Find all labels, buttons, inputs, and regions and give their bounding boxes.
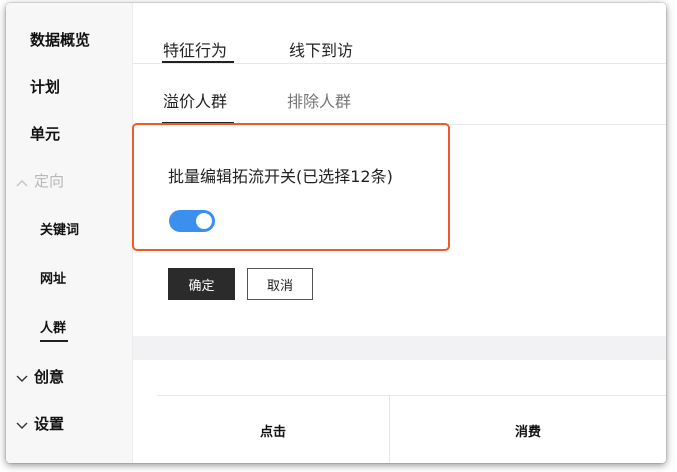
main-content: 特征行为 线下到访 溢价人群 排除人群 批量编辑拓流开关(已选择12条) 确定 …	[132, 3, 666, 463]
chevron-down-icon	[16, 418, 30, 432]
tab-bar: 特征行为 线下到访	[133, 3, 666, 64]
sidebar-item-targeting[interactable]: 定向	[16, 170, 64, 191]
sidebar-item-keywords[interactable]: 关键词	[40, 219, 79, 238]
column-header-clicks[interactable]: 点击	[157, 396, 390, 463]
active-indicator	[40, 340, 68, 342]
confirm-button[interactable]: 确定	[168, 268, 235, 300]
sidebar-item-audience[interactable]: 人群	[40, 317, 66, 336]
sidebar: 数据概览 计划 单元 定向 关键词 网址 人群 创意 设置	[6, 3, 133, 463]
traffic-expansion-toggle[interactable]	[169, 210, 215, 232]
tab-active-indicator	[162, 61, 234, 63]
sidebar-item-creative[interactable]: 创意	[16, 366, 64, 387]
sidebar-item-settings[interactable]: 设置	[16, 413, 64, 434]
subtab-bar: 溢价人群 排除人群	[133, 64, 666, 125]
tab-exclude-audience[interactable]: 排除人群	[287, 88, 351, 112]
sidebar-item-label: 创意	[34, 368, 65, 386]
batch-edit-label: 批量编辑拓流开关(已选择12条)	[168, 167, 393, 186]
divider-strip	[133, 336, 666, 360]
chevron-up-icon	[16, 175, 30, 189]
sidebar-item-label: 设置	[34, 415, 65, 433]
sidebar-item-label: 定向	[34, 172, 65, 190]
toggle-knob	[196, 213, 212, 229]
chevron-down-icon	[16, 371, 30, 385]
tab-feature-behavior[interactable]: 特征行为	[163, 37, 227, 61]
sidebar-item-url[interactable]: 网址	[40, 268, 66, 287]
tab-offline-visit[interactable]: 线下到访	[289, 37, 353, 61]
sidebar-item-unit[interactable]: 单元	[30, 123, 60, 144]
app-window: 数据概览 计划 单元 定向 关键词 网址 人群 创意 设置 特征行为 线下到访	[6, 3, 666, 463]
cancel-button[interactable]: 取消	[247, 268, 313, 300]
table-header: 点击 消费	[157, 395, 666, 463]
sidebar-item-data-overview[interactable]: 数据概览	[30, 29, 90, 50]
column-header-spend[interactable]: 消费	[390, 396, 666, 463]
sidebar-item-plan[interactable]: 计划	[30, 76, 60, 97]
tab-premium-audience[interactable]: 溢价人群	[163, 88, 227, 112]
